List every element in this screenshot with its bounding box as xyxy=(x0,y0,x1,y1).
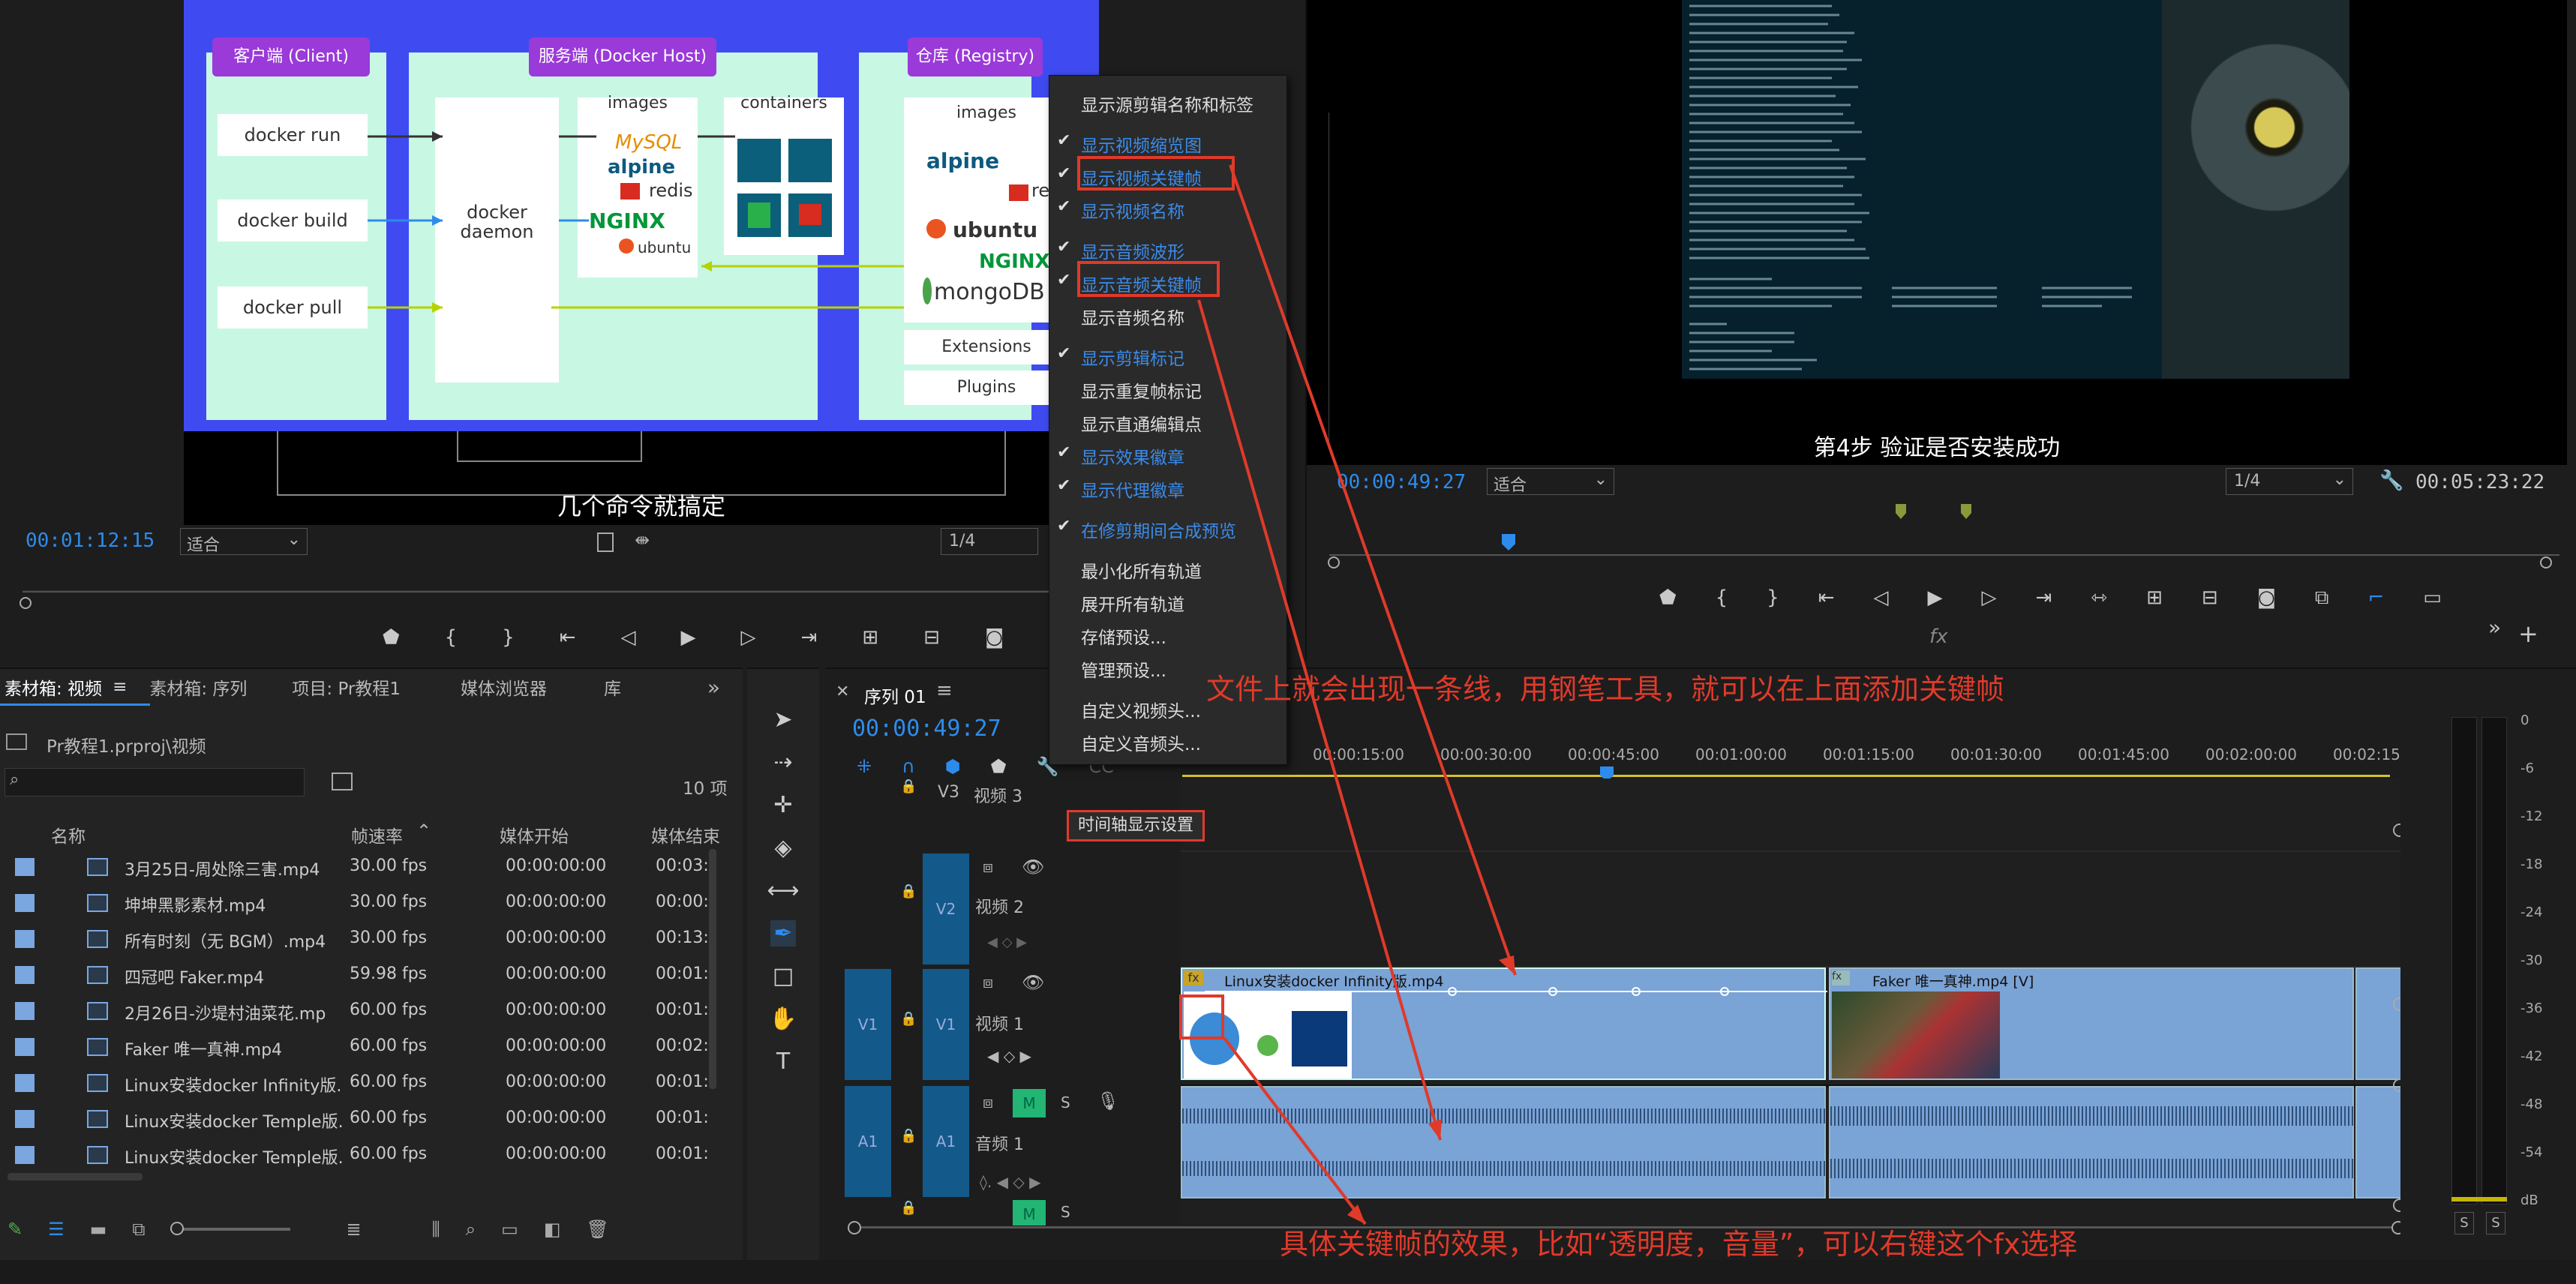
annotation-bottom: 具体关键帧的效果，比如“透明度，音量”，可以右键这个fx选择 xyxy=(1280,1228,2078,1261)
status-bar xyxy=(0,1260,2576,1284)
annotation-top: 文件上就会出现一条线，用钢笔工具，就可以在上面添加关键帧 xyxy=(1206,673,2005,706)
annotation-overlay xyxy=(1077,156,1517,1226)
